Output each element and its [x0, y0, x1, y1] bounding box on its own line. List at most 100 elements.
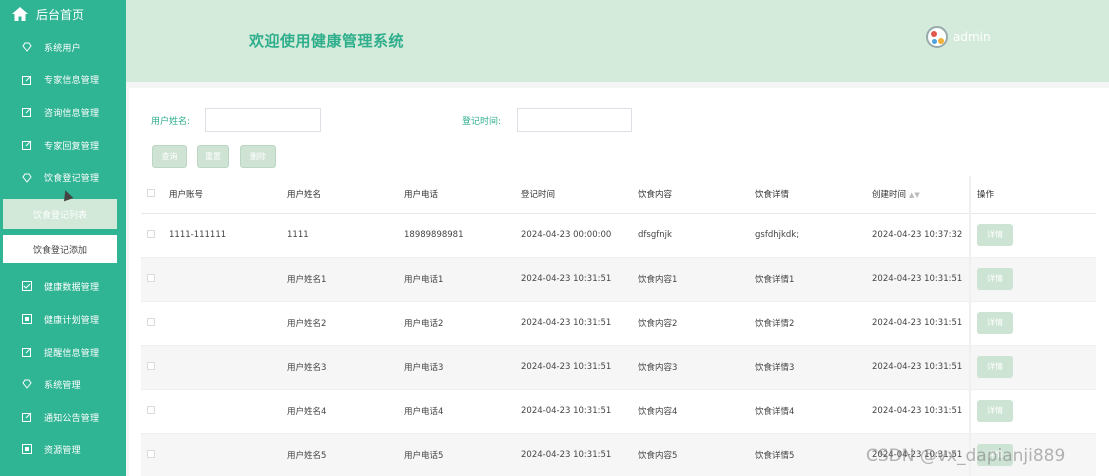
- detail-button[interactable]: 详情: [977, 400, 1013, 422]
- sidebar-sub-diet-add[interactable]: 饮食登记添加: [3, 235, 117, 263]
- row-checkbox[interactable]: [147, 361, 155, 370]
- row-checkbox-cell[interactable]: [141, 433, 169, 476]
- table-cell: 用户姓名3: [287, 345, 404, 390]
- table-cell: 2024-04-23 00:00:00: [521, 213, 638, 258]
- edit-icon: [22, 108, 32, 118]
- avatar[interactable]: [926, 26, 948, 48]
- row-checkbox[interactable]: [147, 449, 155, 458]
- row-checkbox-cell[interactable]: [141, 213, 169, 258]
- table-cell: 饮食详情3: [755, 345, 872, 390]
- table-cell: 用户电话5: [404, 433, 521, 476]
- row-checkbox-cell[interactable]: [141, 257, 169, 302]
- check-icon: [22, 281, 32, 292]
- table-cell: 用户电话2: [404, 301, 521, 346]
- operation-cell: 详情: [969, 213, 1096, 258]
- table-cell: 2024-04-23 10:31:51: [872, 345, 970, 390]
- table-row: 用户姓名4 用户电话4 2024-04-23 10:31:51 饮食内容4 饮食详情4 2…: [141, 389, 1096, 434]
- row-checkbox-cell[interactable]: [141, 389, 169, 434]
- table-cell: 2024-04-23 10:31:51: [872, 301, 970, 346]
- sidebar-item-label: 健康计划管理: [44, 315, 100, 326]
- detail-button[interactable]: 详情: [977, 224, 1013, 246]
- sidebar-home[interactable]: 后台首页: [0, 0, 126, 28]
- user-name-input[interactable]: [205, 108, 321, 132]
- register-time-label: 登记时间:: [462, 117, 502, 127]
- table-row: 用户姓名1 用户电话1 2024-04-23 10:31:51 饮食内容1 饮食详情1 2…: [141, 257, 1096, 302]
- sidebar-item-expert-info[interactable]: 专家信息管理: [0, 64, 126, 97]
- table-cell: 2024-04-23 10:31:51: [521, 433, 638, 476]
- select-all-checkbox[interactable]: [147, 188, 155, 197]
- table-cell: 2024-04-23 10:31:51: [521, 301, 638, 346]
- detail-button[interactable]: 详情: [977, 312, 1013, 334]
- doc-icon: [22, 444, 32, 455]
- query-button[interactable]: 查询: [152, 145, 187, 168]
- diamond-icon: [22, 173, 32, 183]
- col-header: 饮食详情: [755, 176, 872, 214]
- diet-table: 用户账号 用户姓名 用户电话 登记时间 饮食内容 饮食详情 创建时间 ▲▼ 操作 …: [141, 176, 1096, 476]
- reset-button[interactable]: 重置: [197, 145, 229, 168]
- table-cell: 饮食详情2: [755, 301, 872, 346]
- col-header: 操作: [969, 176, 1096, 214]
- table-cell: 饮食内容1: [638, 257, 755, 302]
- detail-button[interactable]: 详情: [977, 356, 1013, 378]
- sidebar-item-label: 系统管理: [44, 380, 81, 391]
- sidebar-item-consult-info[interactable]: 咨询信息管理: [0, 96, 126, 129]
- table-cell: dfsgfnjk: [638, 213, 755, 258]
- sidebar-item-system-users[interactable]: 系统用户: [0, 31, 126, 64]
- table-cell: [169, 345, 287, 390]
- sidebar-item-notice[interactable]: 通知公告管理: [0, 401, 126, 434]
- sidebar-item-expert-reply[interactable]: 专家回复管理: [0, 129, 126, 162]
- header-username[interactable]: admin: [953, 30, 991, 44]
- operation-cell: 详情: [969, 389, 1096, 434]
- sort-icon[interactable]: ▲▼: [909, 191, 920, 199]
- sidebar-sub-diet-list[interactable]: 饮食登记列表: [3, 199, 117, 229]
- row-checkbox-cell[interactable]: [141, 345, 169, 390]
- home-icon: [12, 7, 28, 21]
- diamond-icon: [22, 42, 32, 53]
- sidebar-item-system-manage[interactable]: 系统管理: [0, 368, 126, 401]
- delete-button[interactable]: 删除: [240, 145, 276, 168]
- col-header: 饮食内容: [638, 176, 755, 214]
- row-checkbox-cell[interactable]: [141, 301, 169, 346]
- table-cell: 2024-04-23 10:31:51: [521, 389, 638, 434]
- operation-cell: 详情: [969, 345, 1096, 390]
- diamond-icon: [22, 379, 32, 390]
- col-header: 用户电话: [404, 176, 521, 214]
- sidebar-item-diet-register[interactable]: 饮食登记管理: [0, 161, 126, 194]
- sidebar-item-health-data[interactable]: 健康数据管理: [0, 270, 126, 303]
- table-cell: 用户电话3: [404, 345, 521, 390]
- table-cell: 2024-04-23 10:37:32: [872, 213, 970, 258]
- table-cell: 饮食详情4: [755, 389, 872, 434]
- watermark: CSDN @vx_dapianji889: [866, 446, 1066, 466]
- register-time-input[interactable]: [517, 108, 632, 132]
- table-cell: [169, 257, 287, 302]
- edit-icon: [22, 347, 32, 358]
- table-cell: [169, 433, 287, 476]
- header-checkbox-cell[interactable]: [141, 176, 169, 214]
- table-cell: [169, 389, 287, 434]
- detail-button[interactable]: 详情: [977, 268, 1013, 290]
- sidebar-item-label: 咨询信息管理: [44, 108, 100, 119]
- sidebar-item-health-plan[interactable]: 健康计划管理: [0, 303, 126, 336]
- sidebar-item-resource[interactable]: 资源管理: [0, 433, 126, 466]
- col-header: 用户姓名: [287, 176, 404, 214]
- table-cell: 1111: [287, 213, 404, 258]
- table-row: 1111-111111 1111 18989898981 2024-04-23 00:…: [141, 213, 1096, 258]
- sidebar-item-reminder-info[interactable]: 提醒信息管理: [0, 336, 126, 369]
- table-cell: 用户姓名4: [287, 389, 404, 434]
- table-cell: 饮食内容5: [638, 433, 755, 476]
- sidebar-item-label: 专家信息管理: [44, 76, 100, 87]
- row-checkbox[interactable]: [147, 229, 155, 238]
- table-cell: 18989898981: [404, 213, 521, 258]
- table-header-row: 用户账号 用户姓名 用户电话 登记时间 饮食内容 饮食详情 创建时间 ▲▼ 操作: [141, 176, 1096, 214]
- operation-cell: 详情: [969, 257, 1096, 302]
- row-checkbox[interactable]: [147, 405, 155, 414]
- row-checkbox[interactable]: [147, 317, 155, 326]
- table-cell: 2024-04-23 10:31:51: [521, 257, 638, 302]
- col-header-sortable[interactable]: 创建时间 ▲▼: [872, 176, 970, 214]
- row-checkbox[interactable]: [147, 273, 155, 282]
- table-cell: [169, 301, 287, 346]
- edit-icon: [22, 140, 32, 151]
- table-row: 用户姓名3 用户电话3 2024-04-23 10:31:51 饮食内容3 饮食详情3 2…: [141, 345, 1096, 390]
- table-cell: 用户姓名2: [287, 301, 404, 346]
- page-title: 欢迎使用健康管理系统: [249, 32, 405, 50]
